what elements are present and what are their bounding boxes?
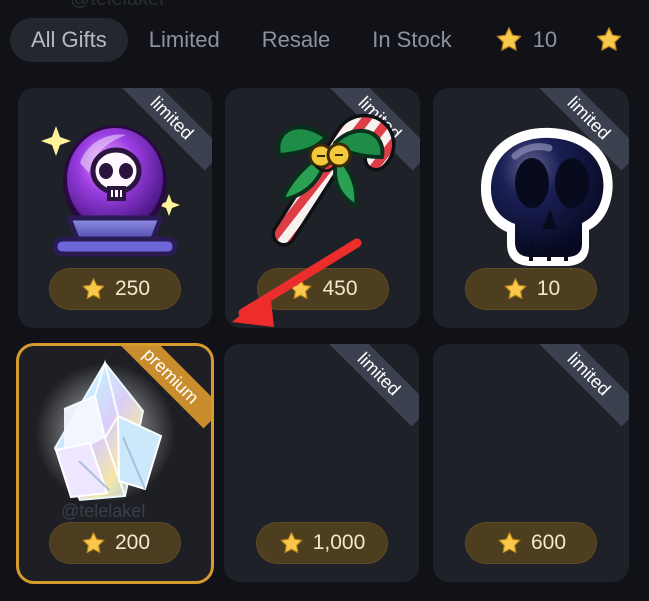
gift-card-limited-empty-1[interactable]: limited 1,000 [224, 344, 419, 582]
star-icon [82, 531, 105, 553]
star-icon [280, 531, 303, 553]
price-button[interactable]: 10 [465, 268, 597, 310]
star-icon [498, 531, 521, 553]
price-label: 1,000 [312, 531, 366, 554]
gift-card-candy-cane[interactable]: limited 450 [225, 88, 420, 328]
star-icon [82, 277, 105, 299]
price-button[interactable]: 600 [465, 522, 597, 564]
price-button[interactable]: 450 [256, 268, 389, 310]
tab-all-gifts[interactable]: All Gifts [10, 18, 128, 62]
tab-label: In Stock [372, 27, 452, 52]
top-watermark: @telelakel [70, 0, 164, 11]
star-icon [289, 277, 313, 299]
limited-badge: limited [326, 344, 419, 427]
star-icon [504, 277, 527, 299]
price-button[interactable]: 200 [49, 522, 181, 564]
price-label: 250 [114, 277, 151, 300]
gift-card-limited-empty-2[interactable]: limited 600 [433, 344, 629, 582]
tab-resale[interactable]: Resale [241, 18, 351, 62]
star-icon [496, 27, 521, 51]
gift-filter-tabs: All Gifts Limited Resale In Stock 10 [10, 17, 649, 63]
gift-card-diamond[interactable]: premium @telelakel 200 [16, 343, 214, 584]
tab-star-partial[interactable] [578, 18, 649, 62]
gift-card-skull[interactable]: limited 10 [433, 88, 629, 328]
tab-limited[interactable]: Limited [128, 18, 241, 62]
tab-label: All Gifts [31, 27, 107, 52]
tab-star-10[interactable]: 10 [473, 18, 578, 62]
tab-in-stock[interactable]: In Stock [351, 18, 472, 62]
star-icon [596, 27, 622, 51]
gift-card-crystal-ball[interactable]: limited 250 [18, 88, 212, 328]
price-button[interactable]: 250 [49, 268, 181, 310]
price-label: 600 [530, 531, 567, 554]
tab-label: Resale [261, 27, 331, 52]
gift-store-screen: @telelakel All Gifts Limited Resale In S… [0, 0, 649, 601]
limited-badge: limited [536, 344, 629, 427]
price-label: 450 [322, 277, 358, 300]
tab-label: Limited [148, 27, 220, 52]
gift-watermark: @telelakel [61, 501, 146, 521]
tab-label: 10 [532, 27, 558, 52]
price-label: 10 [536, 277, 561, 300]
price-button[interactable]: 1,000 [255, 522, 388, 564]
price-label: 200 [114, 531, 151, 554]
